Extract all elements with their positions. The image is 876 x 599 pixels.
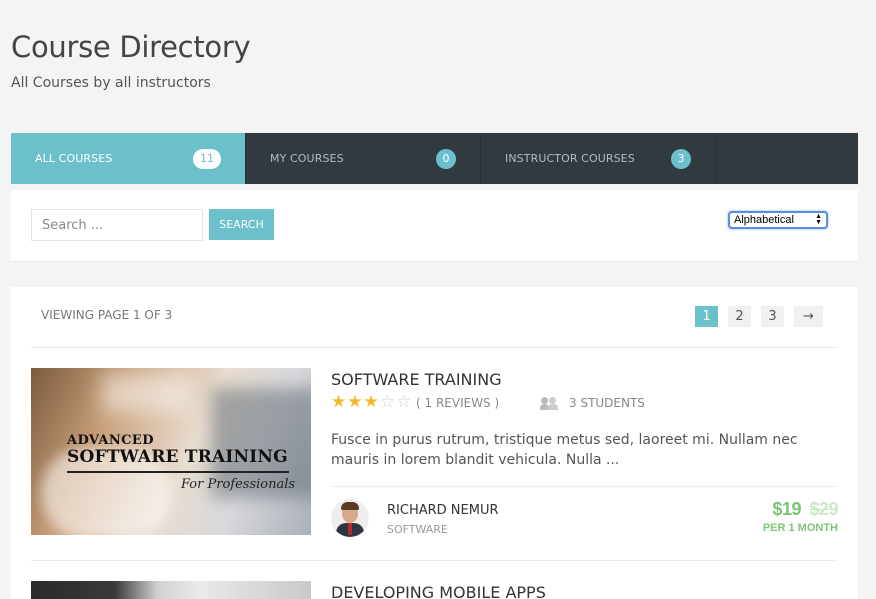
thumbnail-text-line3: For Professionals [181,477,296,492]
students-label: 3 Students [569,396,645,410]
star-icon: ★ [331,392,347,411]
page-1-button[interactable]: 1 [695,306,718,327]
avatar[interactable] [331,499,369,537]
sort-select[interactable]: Alphabetical ▲ ▼ [728,211,828,229]
search-input[interactable] [31,209,203,241]
instructor-name[interactable]: Richard Nemur [387,503,499,518]
thumbnail-text-line1: ADVANCED [67,433,154,448]
price-period: per 1 month [762,522,838,534]
tab-label: Instructor Courses [505,152,635,165]
star-outline-icon: ☆ [379,392,395,411]
course-title[interactable]: Developing Mobile Apps [331,583,546,599]
instructor-category: Software [387,523,448,536]
divider [31,560,838,561]
page-title: Course Directory [11,30,251,64]
page-3-button[interactable]: 3 [761,306,784,327]
students-count: 3 Students [540,396,645,410]
course-item: ADVANCED SOFTWARE TRAINING For Professio… [31,368,838,561]
page-2-button[interactable]: 2 [728,306,751,327]
search-button[interactable]: Search [209,209,274,240]
tab-my-courses[interactable]: My Courses 0 [246,133,481,184]
pagination: 1 2 3 → [695,306,823,327]
course-thumbnail[interactable] [31,581,311,599]
updown-arrows-icon: ▲ ▼ [815,213,822,226]
star-rating: ★ ★ ★ ☆ ☆ [331,393,411,410]
viewing-page-text: Viewing page 1 of 3 [41,308,173,322]
reviews-count: ( 1 Reviews ) [416,396,500,410]
star-outline-icon: ☆ [396,392,412,411]
divider [31,347,838,348]
course-item: Developing Mobile Apps [31,581,838,599]
tab-all-courses[interactable]: All Courses 11 [11,133,246,184]
course-title[interactable]: Software Training [331,370,502,389]
tab-label: My Courses [270,152,344,165]
course-tabs: All Courses 11 My Courses 0 Instructor C… [11,133,858,184]
star-icon: ★ [347,392,363,411]
page-subtitle: All Courses by all instructors [11,75,211,91]
tab-label: All Courses [35,152,113,165]
course-list-panel: Viewing page 1 of 3 1 2 3 → ADVANCED SOF… [11,287,858,599]
next-page-button[interactable]: → [794,306,823,327]
course-thumbnail[interactable]: ADVANCED SOFTWARE TRAINING For Professio… [31,368,311,535]
tab-instructor-courses[interactable]: Instructor Courses 3 [481,133,716,184]
thumbnail-text-line2: SOFTWARE TRAINING [67,447,288,467]
tab-count-badge: 0 [436,148,456,169]
tab-count-badge: 11 [193,148,221,169]
search-panel: Search Alphabetical ▲▼ [11,190,858,262]
star-icon: ★ [363,392,379,411]
users-icon [540,397,559,410]
sort-selected-value: Alphabetical [734,214,794,226]
price-original: $29 [809,499,838,519]
course-description: Fusce in purus rutrum, tristique metus s… [331,432,798,468]
divider [331,486,838,487]
price-current: $19 [772,499,801,519]
tab-count-badge: 3 [671,148,691,169]
thumbnail-rule [67,471,289,473]
